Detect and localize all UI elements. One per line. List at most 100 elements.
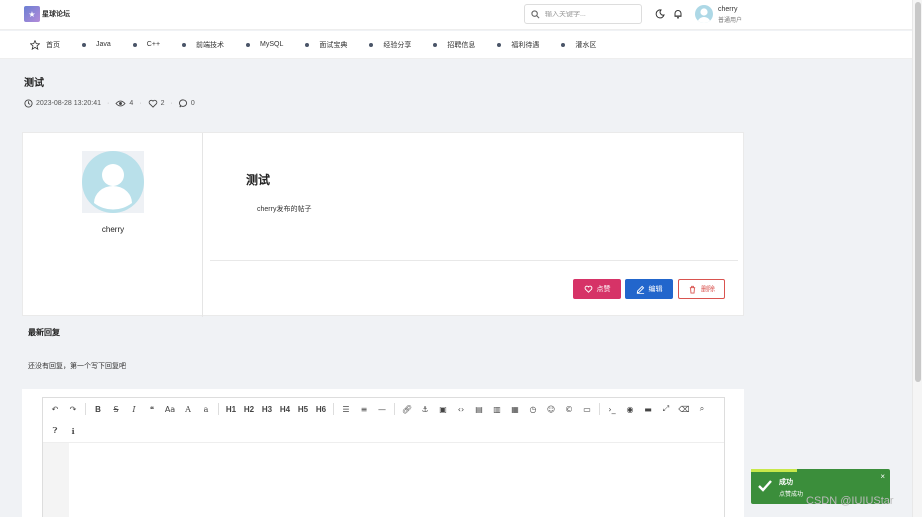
h6-button[interactable]: H6: [315, 402, 327, 416]
logo-mark: ★: [24, 6, 40, 22]
like-count: 2: [160, 100, 165, 107]
italic-icon[interactable]: I: [128, 402, 140, 416]
goto-line-icon[interactable]: ›_: [606, 402, 618, 416]
uppercase-button[interactable]: A: [182, 402, 194, 416]
user-silhouette-icon: [697, 8, 711, 23]
redo-icon[interactable]: ↷: [67, 402, 79, 416]
clock-icon[interactable]: ◷: [527, 402, 539, 416]
search-input[interactable]: [545, 10, 635, 18]
h5-button[interactable]: H5: [297, 402, 309, 416]
bullet-icon: [132, 42, 137, 47]
nav-item-cpp[interactable]: C++: [132, 41, 160, 48]
quote-icon[interactable]: ❝: [146, 402, 158, 416]
nav-item-jobs[interactable]: 招聘信息: [433, 40, 475, 50]
nav-item-interview[interactable]: 面试宝典: [305, 40, 347, 50]
bullet-icon: [369, 42, 374, 47]
info-icon[interactable]: ℹ: [67, 424, 79, 438]
pagebreak-icon[interactable]: ▭: [581, 402, 593, 416]
html-entities-icon[interactable]: ©: [563, 402, 575, 416]
bold-icon[interactable]: B: [92, 402, 104, 416]
bell-icon[interactable]: [673, 9, 683, 19]
image-icon[interactable]: ▣: [437, 402, 449, 416]
help-icon[interactable]: ❓︎: [49, 424, 61, 438]
editor-textarea[interactable]: [43, 442, 724, 517]
search-box[interactable]: [524, 4, 642, 24]
moon-icon[interactable]: [655, 9, 665, 19]
toast-message: 点赞成功: [779, 492, 804, 498]
preview-eye-icon[interactable]: ◉: [624, 402, 636, 416]
edit-button[interactable]: 编辑: [625, 279, 673, 299]
heart-icon: [584, 285, 592, 293]
meta-separator: ·: [170, 100, 173, 107]
desktop-preview-icon[interactable]: ▬: [642, 402, 654, 416]
toolbar-separator: [333, 403, 334, 415]
bullet-icon: [433, 42, 438, 47]
comment-count: 0: [190, 100, 195, 107]
nav-item-benefits[interactable]: 福利待遇: [497, 40, 539, 50]
post-card: cherry 测试 cherry发布的帖子 点赞 编辑 删除: [22, 132, 744, 317]
editor-toolbar-row2: ❓︎ ℹ: [43, 420, 85, 442]
toast-title: 成功: [779, 479, 793, 486]
ordered-list-icon[interactable]: ≡: [358, 402, 370, 416]
nav-item-water[interactable]: 灌水区: [561, 40, 596, 50]
replies-heading: 最新回复: [28, 328, 60, 337]
h3-button[interactable]: H3: [261, 402, 273, 416]
check-icon: [758, 480, 772, 492]
replies-empty-text: 还没有回复，第一个写下回复吧: [28, 363, 126, 370]
nav-item-java[interactable]: Java: [82, 41, 111, 48]
post-body: cherry发布的帖子: [257, 206, 312, 213]
fullscreen-icon[interactable]: ⤢: [660, 402, 672, 416]
edit-icon: [636, 285, 644, 294]
strikethrough-icon[interactable]: S: [110, 402, 122, 416]
horizontal-rule-icon[interactable]: —: [376, 402, 388, 416]
nav-label: 招聘信息: [447, 41, 476, 49]
reply-editor-card: ↶ ↷ B S I ❝ Aa A a H1 H2 H3 H4 H5 H6 ☰ ≡…: [22, 389, 744, 517]
site-logo[interactable]: ★ 星球论坛: [24, 6, 70, 22]
clear-icon[interactable]: ⌫: [678, 402, 690, 416]
code-block-icon[interactable]: ▤: [473, 402, 485, 416]
nav-item-mysql[interactable]: MySQL: [246, 41, 283, 48]
undo-icon[interactable]: ↶: [49, 402, 61, 416]
trash-icon: [689, 285, 696, 294]
line-number-gutter: [43, 443, 69, 517]
h4-button[interactable]: H4: [279, 402, 291, 416]
unordered-list-icon[interactable]: ☰: [340, 402, 352, 416]
nav-item-frontend[interactable]: 前端技术: [182, 40, 224, 50]
editor-toolbar: ↶ ↷ B S I ❝ Aa A a H1 H2 H3 H4 H5 H6 ☰ ≡…: [43, 398, 714, 420]
link-icon[interactable]: 🔗︎: [401, 402, 413, 416]
scrollbar-thumb[interactable]: [915, 2, 921, 382]
nav-item-home[interactable]: 首页: [30, 39, 60, 50]
anchor-icon[interactable]: ⚓︎: [419, 402, 431, 416]
search-icon[interactable]: ⌕: [696, 402, 708, 416]
nav-label: 前端技术: [196, 41, 225, 49]
nav-label: 经验分享: [383, 41, 412, 49]
bullet-icon: [497, 42, 502, 47]
close-icon[interactable]: ×: [880, 472, 885, 481]
delete-button[interactable]: 删除: [678, 279, 725, 299]
table-icon[interactable]: ▦: [509, 402, 521, 416]
eye-icon: [115, 100, 126, 107]
header-user-name[interactable]: cherry: [718, 6, 737, 13]
author-name[interactable]: cherry: [23, 225, 203, 234]
h2-button[interactable]: H2: [243, 402, 255, 416]
page-scrollbar[interactable]: [912, 0, 922, 517]
like-button[interactable]: 点赞: [573, 279, 621, 299]
author-avatar[interactable]: [82, 151, 144, 213]
emoji-icon[interactable]: ☺: [545, 402, 557, 416]
heart-icon: [148, 99, 157, 108]
header-user-role: 普通用户: [718, 18, 743, 24]
author-panel: cherry: [23, 133, 203, 317]
toolbar-separator: [599, 403, 600, 415]
preformatted-icon[interactable]: ▥: [491, 402, 503, 416]
code-icon[interactable]: ‹›: [455, 402, 467, 416]
lowercase-button[interactable]: a: [200, 402, 212, 416]
search-icon: [531, 9, 540, 18]
toolbar-separator: [218, 403, 219, 415]
user-avatar[interactable]: [695, 5, 713, 23]
nav-item-experience[interactable]: 经验分享: [369, 40, 411, 50]
font-size-button[interactable]: Aa: [164, 402, 176, 416]
bullet-icon: [182, 42, 187, 47]
page-title: 测试: [24, 78, 44, 89]
comment-icon: [178, 99, 187, 108]
h1-button[interactable]: H1: [225, 402, 237, 416]
